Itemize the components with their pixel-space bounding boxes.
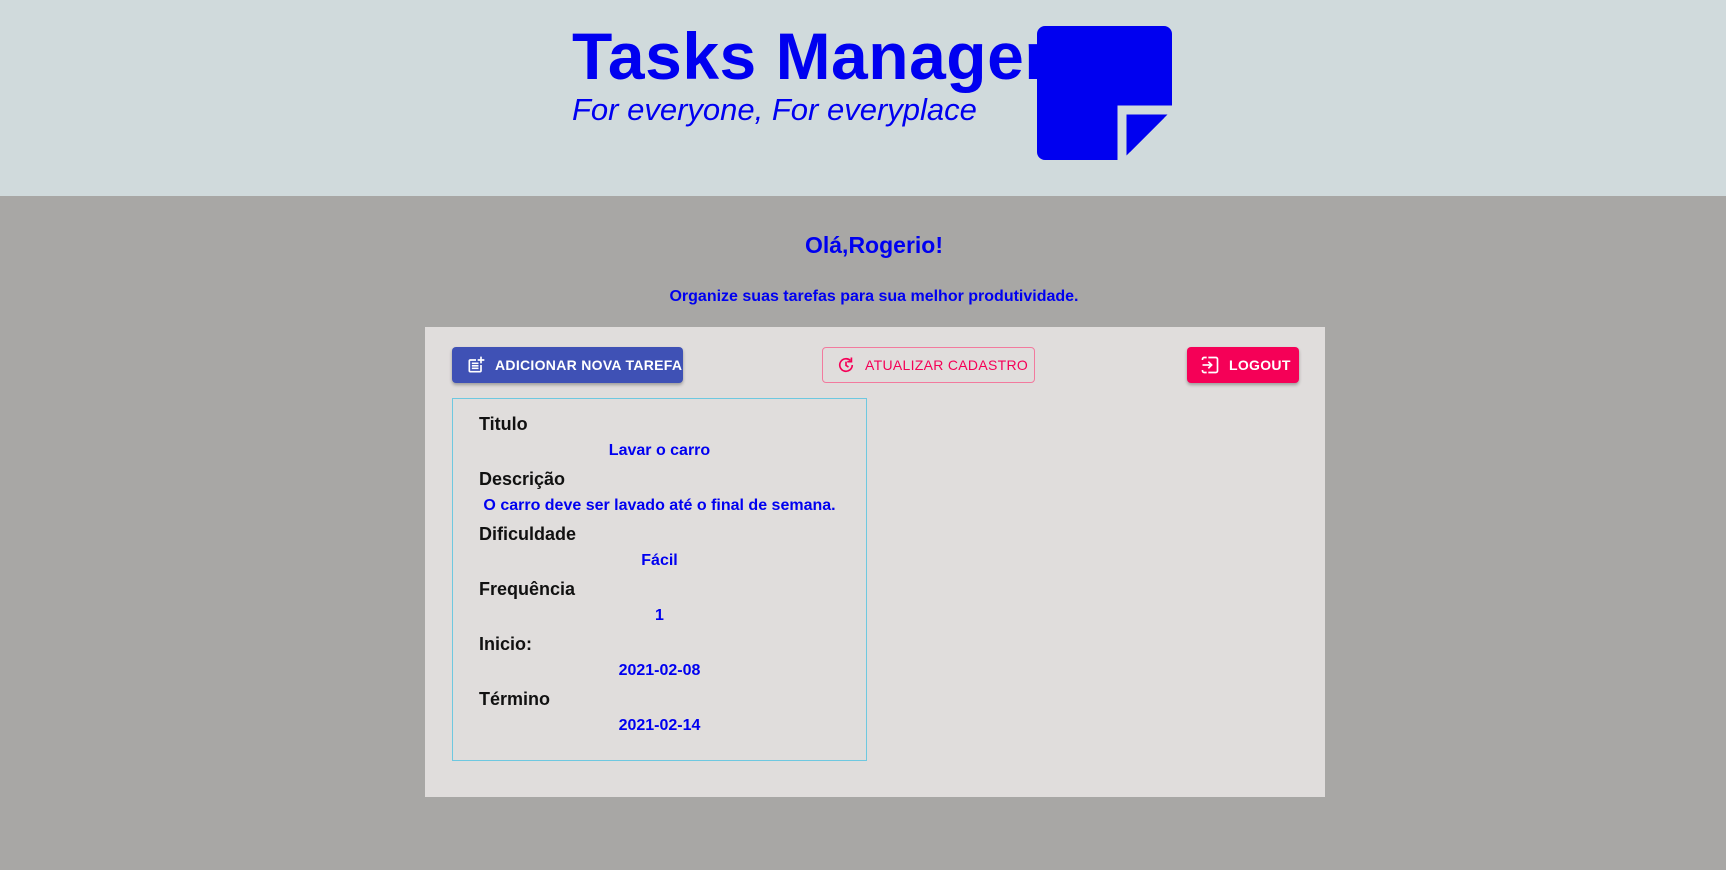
tasks-panel: ADICIONAR NOVA TAREFA ATUALIZAR CADASTRO… — [425, 327, 1325, 797]
update-profile-button[interactable]: ATUALIZAR CADASTRO — [822, 347, 1035, 383]
app-tagline: For everyone, For everyplace — [572, 92, 977, 127]
task-title-label: Titulo — [479, 414, 528, 434]
greeting-heading: Olá,Rogerio! — [804, 232, 943, 258]
add-task-label: ADICIONAR NOVA TAREFA — [495, 357, 683, 373]
task-frequency-value: 1 — [655, 607, 664, 624]
task-title-value: Lavar o carro — [608, 442, 711, 459]
task-end-value: 2021-02-14 — [618, 717, 701, 734]
app-title: Tasks Manager — [572, 19, 1051, 93]
task-end-label: Término — [479, 689, 551, 709]
sticky-note-icon — [1037, 26, 1172, 160]
task-difficulty-label: Dificuldade — [479, 524, 577, 544]
exit-icon — [1201, 356, 1219, 374]
app-header: Tasks Manager For everyone, For everypla… — [0, 0, 1726, 196]
task-card: Titulo Lavar o carro Descrição O carro d… — [452, 398, 867, 761]
add-task-button[interactable]: ADICIONAR NOVA TAREFA — [452, 347, 683, 383]
greeting-subtitle: Organize suas tarefas para sua melhor pr… — [669, 288, 1079, 305]
task-description-value: O carro deve ser lavado até o final de s… — [483, 497, 836, 514]
task-start-value: 2021-02-08 — [618, 662, 701, 679]
refresh-icon — [838, 357, 854, 373]
logout-button[interactable]: LOGOUT — [1187, 347, 1299, 383]
task-frequency-label: Frequência — [479, 579, 576, 599]
task-difficulty-value: Fácil — [641, 552, 678, 569]
update-profile-label: ATUALIZAR CADASTRO — [865, 357, 1029, 373]
task-description-label: Descrição — [479, 469, 566, 489]
task-start-label: Inicio: — [479, 634, 532, 654]
logout-label: LOGOUT — [1229, 357, 1291, 373]
post-add-icon — [468, 356, 485, 373]
